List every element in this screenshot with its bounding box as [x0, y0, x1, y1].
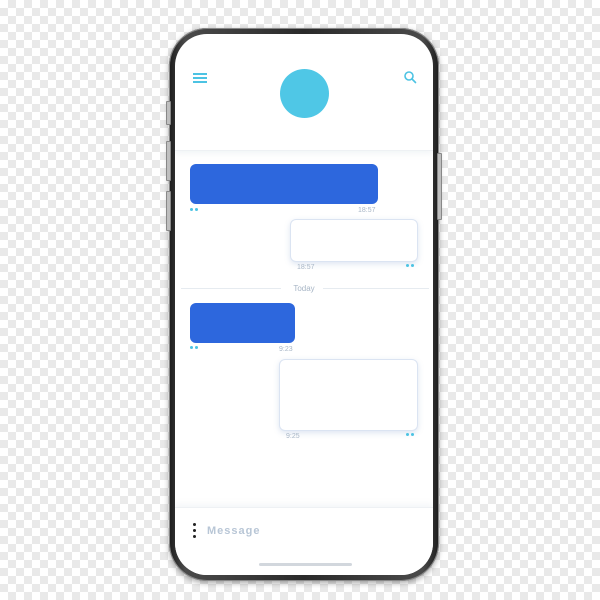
- phone-frame: 18:57 18:57 Today 9:23 9:25: [166, 28, 442, 581]
- outgoing-message-bubble[interactable]: [290, 219, 418, 262]
- side-button-power: [437, 153, 442, 220]
- incoming-message-bubble[interactable]: [190, 303, 295, 343]
- home-indicator[interactable]: [259, 563, 352, 566]
- more-options-icon[interactable]: [193, 523, 197, 539]
- message-timestamp: 18:57: [358, 207, 376, 214]
- chat-screen: 18:57 18:57 Today 9:23 9:25: [175, 34, 433, 575]
- side-button-volume-down: [166, 191, 171, 231]
- message-timestamp: 9:23: [279, 346, 293, 353]
- message-timestamp: 9:25: [286, 433, 300, 440]
- menu-icon[interactable]: [193, 73, 207, 84]
- side-button-mute: [166, 101, 171, 125]
- read-status-icon: [190, 346, 200, 350]
- avatar[interactable]: [280, 69, 329, 118]
- day-divider-right: [323, 288, 429, 289]
- message-input[interactable]: [207, 521, 387, 541]
- search-icon[interactable]: [403, 70, 417, 84]
- read-status-icon: [406, 433, 416, 437]
- read-status-icon: [406, 264, 416, 268]
- read-status-icon: [190, 208, 200, 212]
- chat-header: [175, 34, 433, 151]
- incoming-message-bubble[interactable]: [190, 164, 378, 204]
- side-button-volume-up: [166, 141, 171, 181]
- message-timestamp: 18:57: [297, 264, 315, 271]
- outgoing-message-bubble[interactable]: [279, 359, 418, 431]
